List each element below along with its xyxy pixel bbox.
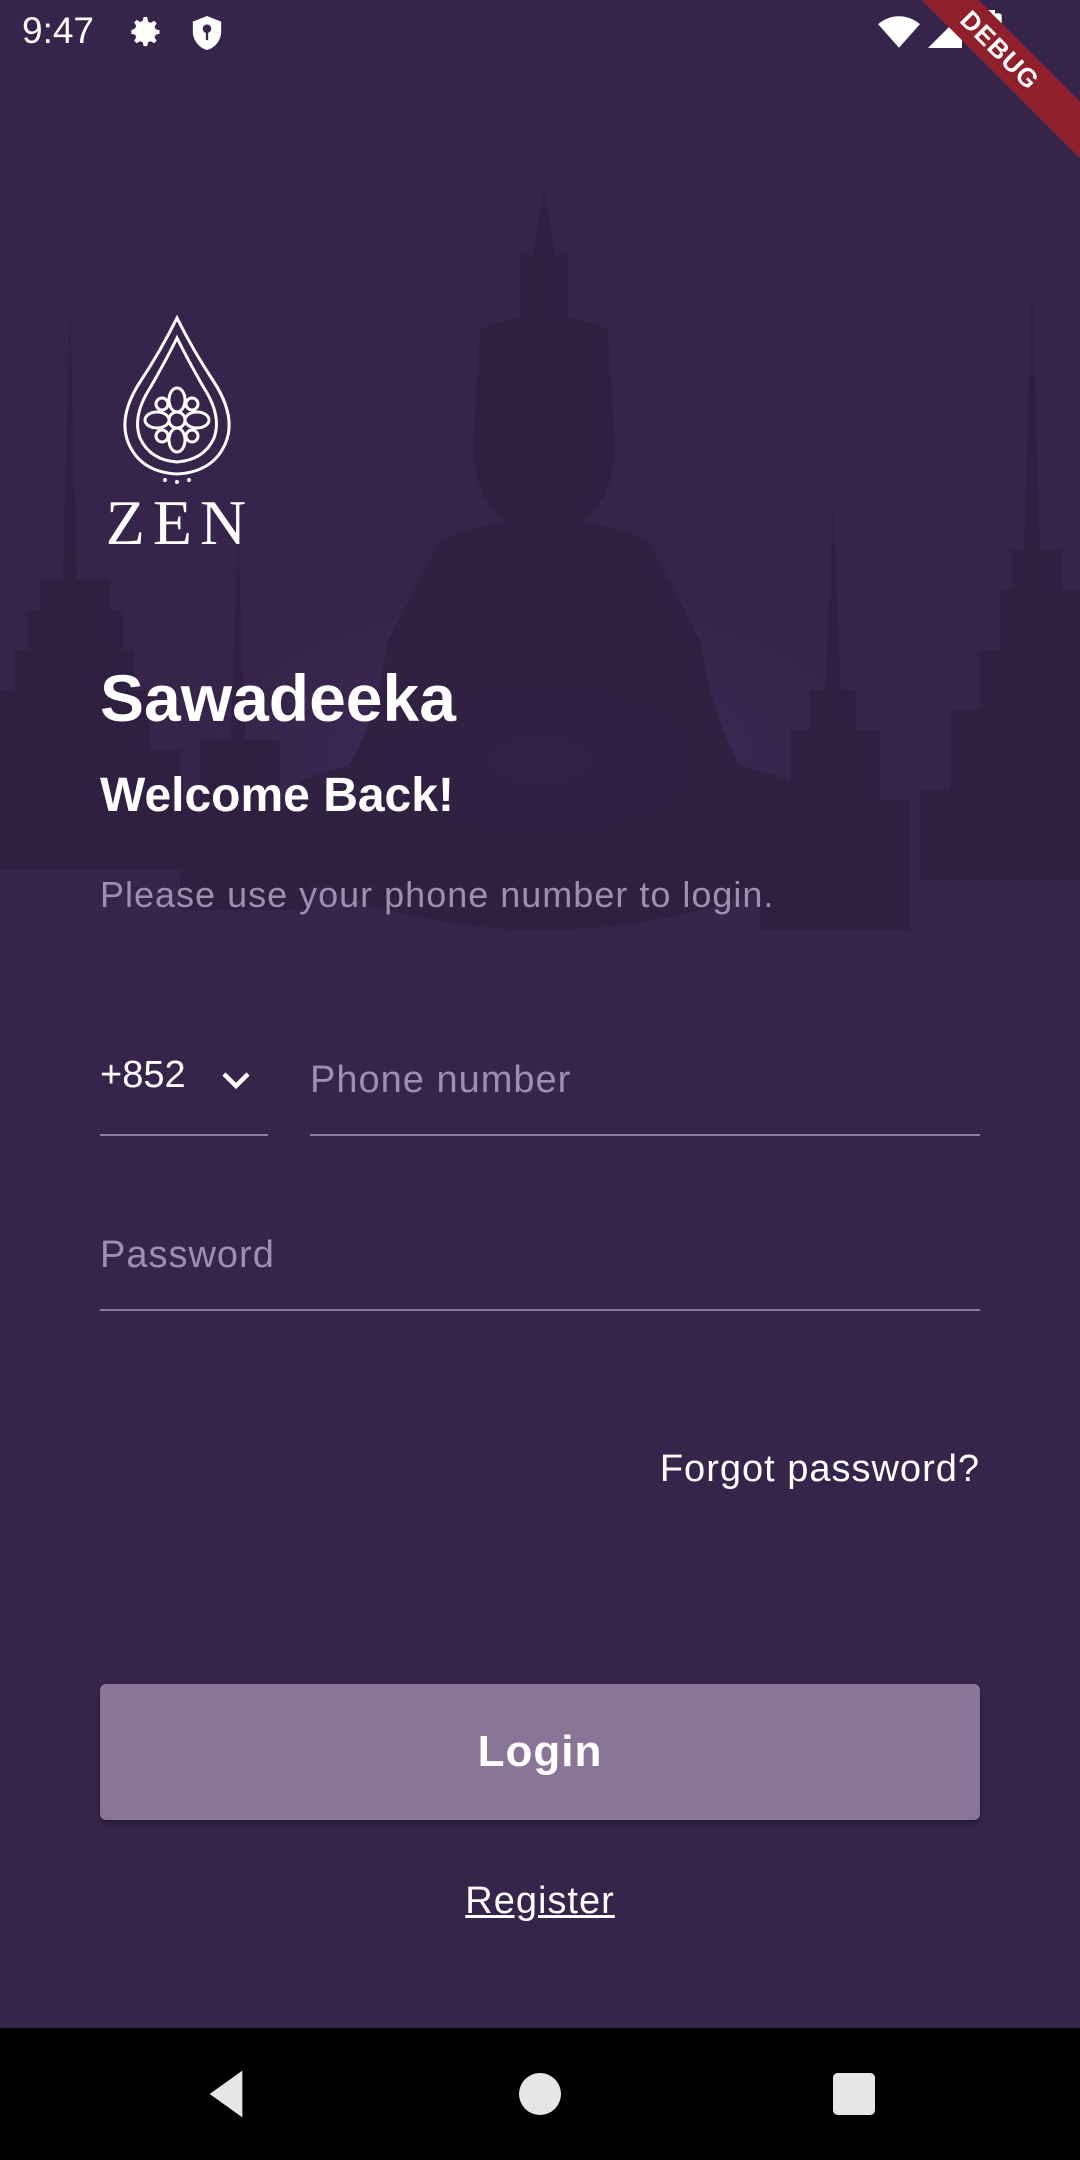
chevron-down-icon: [222, 1072, 250, 1090]
wifi-icon: [878, 16, 920, 48]
home-icon[interactable]: [512, 2066, 568, 2122]
back-icon[interactable]: [198, 2066, 254, 2122]
register-link[interactable]: Register: [465, 1880, 615, 1922]
country-code-value: +852: [100, 1054, 186, 1096]
login-button[interactable]: Login: [100, 1684, 980, 1820]
password-field-container: [100, 1215, 980, 1311]
password-input[interactable]: [100, 1215, 980, 1295]
forgot-password-link[interactable]: Forgot password?: [660, 1448, 980, 1491]
phone-number-input[interactable]: [310, 1040, 980, 1120]
system-nav-bar: [0, 2028, 1080, 2160]
logo-wordmark: ZEN: [105, 487, 255, 558]
login-screen: 9:47 DEBUG ZEN Sawadeeka Welcome Back! P…: [0, 0, 1080, 2160]
status-time: 9:47: [22, 10, 95, 51]
country-code-selector[interactable]: +852: [100, 1040, 268, 1136]
recents-icon[interactable]: [826, 2066, 882, 2122]
register-row: Register: [0, 1880, 1080, 1923]
phone-field-container: [310, 1040, 980, 1136]
status-bar: 9:47: [0, 0, 1080, 66]
greeting-heading: Sawadeeka: [100, 661, 456, 735]
welcome-heading: Welcome Back!: [100, 769, 454, 822]
login-instruction: Please use your phone number to login.: [100, 874, 775, 915]
gear-icon: [131, 17, 160, 47]
shield-icon: [192, 16, 222, 50]
